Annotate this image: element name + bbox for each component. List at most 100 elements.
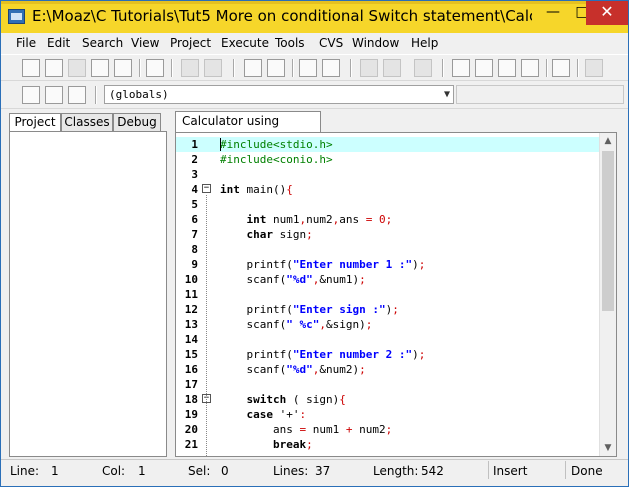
close-file-icon[interactable] [114,59,132,77]
menu-file[interactable]: File [16,36,36,50]
save-icon[interactable] [68,59,86,77]
code-text: int main(){ [220,183,293,196]
code-text: case '+': [246,408,307,421]
code-line[interactable]: 20 ans = num1 + num2; [176,422,600,437]
scroll-down-icon[interactable]: ▼ [600,440,616,456]
code-line[interactable]: 19 case '+': [176,407,600,422]
redo-icon[interactable] [204,59,222,77]
goto-line-icon[interactable] [299,59,317,77]
rebuild-icon[interactable] [521,59,539,77]
code-line[interactable]: 5 [176,197,600,212]
line-number: 9 [191,258,198,271]
line-number: 6 [191,213,198,226]
syntax-check-icon[interactable] [552,59,570,77]
menu-window[interactable]: Window [352,36,399,50]
code-line[interactable]: 10 scanf("%d",&num1); [176,272,600,287]
code-text: printf("Enter sign :"); [220,303,399,316]
find-icon[interactable] [244,59,262,77]
line-number: 2 [191,153,198,166]
tab-debug[interactable]: Debug [113,113,161,131]
code-line[interactable]: 13 scanf(" %c",&sign); [176,317,600,332]
compile-icon[interactable] [452,59,470,77]
line-number: 16 [184,363,198,376]
code-line[interactable]: 9 printf("Enter number 1 :"); [176,257,600,272]
code-line[interactable]: 11 [176,287,600,302]
code-line[interactable]: 15 printf("Enter number 2 :"); [176,347,600,362]
remove-from-project-icon[interactable] [383,59,401,77]
line-number: 8 [191,243,198,256]
menu-tools[interactable]: Tools [275,36,305,50]
save-all-icon[interactable] [91,59,109,77]
goto-bookmark-icon[interactable] [68,86,86,104]
tab-classes[interactable]: Classes [61,113,113,131]
new-file-icon[interactable] [22,59,40,77]
toolbar-separator [233,59,235,77]
code-line[interactable]: 7 char sign; [176,227,600,242]
menu-view[interactable]: View [131,36,159,50]
undo-icon[interactable] [181,59,199,77]
title-bar[interactable]: E:\Moaz\C Tutorials\Tut5 More on conditi… [1,1,628,33]
chevron-down-icon[interactable]: ▼ [444,86,450,103]
class-members-box [456,85,624,104]
code-line[interactable]: 17 [176,377,600,392]
menu-execute[interactable]: Execute [221,36,269,50]
status-length-value: 542 [421,464,444,478]
status-state: Done [571,464,603,478]
code-line[interactable]: 4− int main(){ [176,182,600,197]
toolbar-separator [577,59,579,77]
status-line-value: 1 [51,464,59,478]
menu-bar: File Edit Search View Project Execute To… [1,34,628,53]
print-icon[interactable] [146,59,164,77]
line-number: 4 [191,183,198,196]
code-line[interactable]: 12 printf("Enter sign :"); [176,302,600,317]
status-line-label: Line: [10,464,40,478]
code-line[interactable]: 8 [176,242,600,257]
dev-cpp-app-icon[interactable] [8,9,25,24]
line-number: 10 [184,273,198,286]
scrollbar-thumb[interactable] [602,151,614,311]
menu-cvs[interactable]: CVS [319,36,343,50]
stop-execution-icon[interactable] [585,59,603,77]
insert-icon[interactable] [22,86,40,104]
run-icon[interactable] [475,59,493,77]
menu-project[interactable]: Project [170,36,211,50]
minimize-button[interactable]: — [539,1,567,25]
code-line[interactable]: 14 [176,332,600,347]
code-line[interactable]: 18− switch ( sign){ [176,392,600,407]
project-options-icon[interactable] [414,59,432,77]
menu-search[interactable]: Search [82,36,123,50]
scroll-up-icon[interactable]: ▲ [600,133,616,149]
code-line[interactable]: 6 int num1,num2,ans = 0; [176,212,600,227]
editor-tab-calculator[interactable]: Calculator using switch.c [175,111,321,147]
add-to-project-icon[interactable] [360,59,378,77]
open-file-icon[interactable] [45,59,63,77]
line-number: 7 [191,228,198,241]
code-editor[interactable]: 1 #include<stdio.h> 2 #include<conio.h> 3 4− i… [175,132,617,457]
code-line[interactable]: 3 [176,167,600,182]
line-number: 5 [191,198,198,211]
toggle-bookmark-icon[interactable] [45,86,63,104]
fold-toggle-icon[interactable]: − [202,184,211,193]
menu-edit[interactable]: Edit [47,36,70,50]
window-title: E:\Moaz\C Tutorials\Tut5 More on conditi… [32,7,532,25]
code-line[interactable]: 21 break; [176,437,600,452]
code-text: scanf(" %c",&sign); [220,318,373,331]
tab-project[interactable]: Project [9,113,61,132]
close-button[interactable]: ✕ [586,1,628,25]
title-strip [1,1,628,4]
code-text: printf("Enter number 1 :"); [220,258,426,271]
code-line[interactable]: 1 #include<stdio.h> [176,137,600,152]
project-browser[interactable] [9,131,167,457]
menu-help[interactable]: Help [411,36,438,50]
replace-icon[interactable] [267,59,285,77]
line-number: 17 [184,378,198,391]
scope-select[interactable]: (globals) ▼ [104,85,454,104]
status-divider [565,461,566,479]
code-line[interactable]: 16 scanf("%d",&num2); [176,362,600,377]
line-number: 14 [184,333,198,346]
code-text: #include<stdio.h> [220,138,333,151]
indent-icon[interactable] [322,59,340,77]
compile-run-icon[interactable] [498,59,516,77]
vertical-scrollbar[interactable]: ▲ ▼ [599,133,616,456]
code-line[interactable]: 2 #include<conio.h> [176,152,600,167]
